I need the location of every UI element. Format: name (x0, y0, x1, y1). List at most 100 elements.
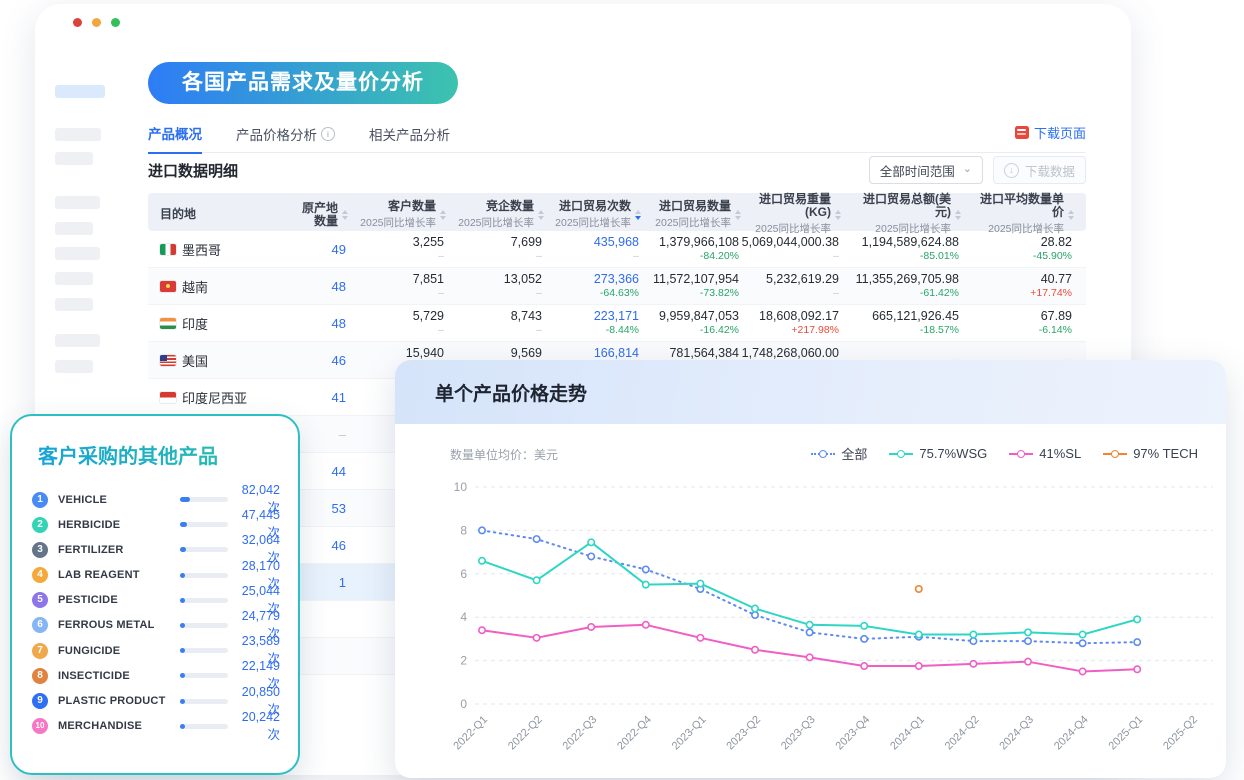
product-rank-item[interactable]: 7FUNGICIDE23,589 次 (12, 634, 298, 659)
product-rank-item[interactable]: 8INSECTICIDE22,149 次 (12, 659, 298, 684)
metric-value-link[interactable]: 166,814 (594, 346, 639, 361)
product-rank-item[interactable]: 2HERBICIDE47,445 次 (12, 508, 298, 533)
metric-value: 11,355,269,705.98 (856, 272, 959, 287)
sort-desc-icon (1068, 216, 1074, 220)
product-rank-item[interactable]: 3FERTILIZER32,064 次 (12, 533, 298, 558)
download-icon: ↓ (1004, 163, 1019, 178)
chart-series-0-point (861, 636, 867, 642)
maximize-dot-icon[interactable] (111, 18, 120, 27)
growth-rate: -16.42% (700, 324, 739, 337)
column-header[interactable]: 进口贸易次数2025同比增长率 (554, 193, 651, 236)
download-data-button[interactable]: ↓ 下载数据 (993, 156, 1086, 184)
column-header[interactable]: 进口贸易总额(美元)2025同比增长率 (851, 193, 971, 236)
y-tick-label: 10 (454, 480, 468, 494)
rank-badge: 3 (32, 542, 48, 558)
sort-icon[interactable] (635, 210, 641, 220)
sort-icon[interactable] (1068, 210, 1074, 220)
column-header-text: 进口贸易重量(KG)2025同比增长率 (751, 193, 831, 236)
time-range-select[interactable]: 全部时间范围 ⌄ (869, 156, 983, 184)
column-header[interactable]: 竞企数量2025同比增长率 (456, 193, 554, 236)
download-page-link[interactable]: 下载页面 (1015, 123, 1086, 142)
product-rank-item[interactable]: 1VEHICLE82,042 次 (12, 483, 298, 508)
growth-rate: -61.42% (920, 287, 959, 300)
column-header[interactable]: 原产地数量 (260, 193, 358, 236)
table-row[interactable]: 越南487,851–13,052–273,366-64.63%11,572,10… (148, 268, 1086, 305)
product-rank-item[interactable]: 9PLASTIC PRODUCT20,850 次 (12, 685, 298, 710)
metric-value-link[interactable]: 223,171 (594, 309, 639, 324)
tab-related-products[interactable]: 相关产品分析 (369, 123, 450, 154)
table-row[interactable]: 墨西哥493,255–7,699–435,968–1,379,966,108-8… (148, 231, 1086, 268)
origin-count-link[interactable]: 53 (332, 501, 346, 516)
sort-icon[interactable] (342, 210, 348, 220)
product-count-link[interactable]: 20,242 次 (236, 710, 280, 743)
origin-count-link[interactable]: 48 (332, 316, 346, 331)
legend-item[interactable]: 97% TECH (1103, 446, 1198, 461)
column-header[interactable]: 客户数量2025同比增长率 (358, 193, 456, 236)
origin-count-link[interactable]: 48 (332, 279, 346, 294)
sort-asc-icon (342, 210, 348, 214)
product-rank-item[interactable]: 10MERCHANDISE20,242 次 (12, 710, 298, 735)
column-header[interactable]: 进口平均数量单价2025同比增长率 (971, 193, 1084, 236)
skeleton-bar (55, 128, 101, 141)
product-bar-fill (180, 598, 185, 603)
metric-value: 1,194,589,624.88 (862, 235, 959, 250)
product-rank-item[interactable]: 5PESTICIDE25,044 次 (12, 584, 298, 609)
skeleton-bar (55, 222, 93, 235)
rank-badge: 5 (32, 592, 48, 608)
product-rank-item[interactable]: 4LAB REAGENT28,170 次 (12, 559, 298, 584)
growth-rate: – (633, 250, 639, 263)
legend-item[interactable]: 41%SL (1009, 446, 1081, 461)
metric-value-link[interactable]: 273,366 (594, 272, 639, 287)
origin-count-cell: 48 (260, 305, 358, 341)
info-icon: i (321, 127, 335, 141)
origin-count-link[interactable]: 1 (339, 575, 346, 590)
chart-series-2-point (806, 654, 812, 660)
metric-value: 665,121,926.45 (872, 309, 959, 324)
column-header-text: 原产地数量 (294, 202, 338, 228)
chart-series-1-point (533, 577, 539, 583)
metric-value: 5,729 (413, 309, 444, 324)
price-trend-chart[interactable]: 02468102022-Q12022-Q22022-Q32022-Q42023-… (395, 460, 1226, 770)
origin-count-link[interactable]: 49 (332, 242, 346, 257)
sort-icon[interactable] (955, 210, 961, 220)
tab-product-overview[interactable]: 产品概况 (148, 123, 202, 154)
destination-cell: 墨西哥 (148, 231, 260, 267)
origin-count-cell: 49 (260, 231, 358, 267)
metric-value: 9,569 (511, 346, 542, 361)
sort-desc-icon (440, 216, 446, 220)
legend-item[interactable]: 75.7%WSG (889, 446, 987, 461)
product-rank-item[interactable]: 6FERROUS METAL24,779 次 (12, 609, 298, 634)
import-section-header: 进口数据明细 全部时间范围 ⌄ ↓ 下载数据 (148, 154, 1086, 186)
table-row[interactable]: 印度485,729–8,743–223,171-8.44%9,959,847,0… (148, 305, 1086, 342)
product-name: PLASTIC PRODUCT (58, 695, 180, 707)
product-bar-fill (180, 623, 185, 628)
legend-label: 97% TECH (1133, 446, 1198, 461)
skeleton-bar (55, 272, 93, 285)
origin-count-link[interactable]: 46 (332, 538, 346, 553)
destination-cell: 美国 (148, 342, 260, 378)
sort-icon[interactable] (735, 210, 741, 220)
product-bar (180, 699, 228, 704)
minimize-dot-icon[interactable] (92, 18, 101, 27)
origin-count-link[interactable]: 46 (332, 353, 346, 368)
sort-icon[interactable] (440, 210, 446, 220)
chart-series-1-point (806, 622, 812, 628)
tab-label: 产品价格分析 (236, 124, 317, 144)
x-tick-label: 2024-Q4 (1052, 714, 1091, 753)
y-tick-label: 4 (460, 610, 467, 624)
product-bar (180, 623, 228, 628)
origin-count-link[interactable]: 44 (332, 464, 346, 479)
legend-label: 41%SL (1039, 446, 1081, 461)
origin-count-link[interactable]: 41 (332, 390, 346, 405)
flag-us-icon (160, 355, 176, 366)
metric-value-link[interactable]: 435,968 (594, 235, 639, 250)
sort-icon[interactable] (538, 210, 544, 220)
close-dot-icon[interactable] (73, 18, 82, 27)
column-header: 目的地 (148, 193, 260, 236)
chart-series-1-point (1079, 631, 1085, 637)
sort-icon[interactable] (835, 210, 841, 220)
column-header[interactable]: 进口贸易数量2025同比增长率 (651, 193, 751, 236)
tab-price-analysis[interactable]: 产品价格分析 i (236, 123, 335, 154)
column-header[interactable]: 进口贸易重量(KG)2025同比增长率 (751, 193, 851, 236)
y-tick-label: 2 (460, 654, 467, 668)
